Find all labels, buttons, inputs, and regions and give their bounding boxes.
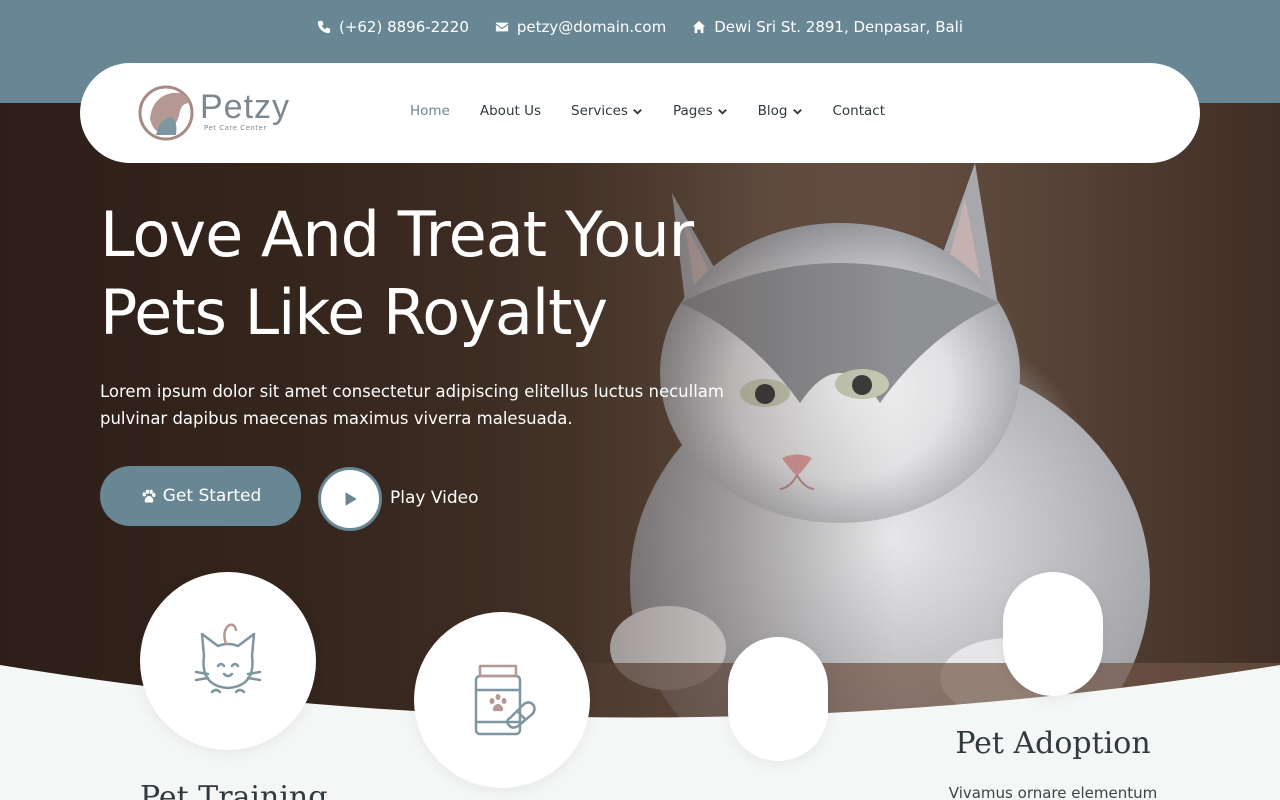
nav-about[interactable]: About Us [480, 103, 541, 119]
nav-home[interactable]: Home [410, 103, 450, 119]
service-adoption-title: Pet Adoption [955, 726, 1151, 761]
nav-services-label: Services [571, 103, 628, 119]
envelope-icon [495, 22, 508, 32]
hero-title-line1: Love And Treat Your [100, 198, 694, 271]
topbar-email[interactable]: petzy@domain.com [495, 18, 666, 36]
brand-name: Petzy [200, 88, 291, 126]
chevron-down-icon [633, 108, 642, 115]
nav-pages[interactable]: Pages [673, 103, 728, 119]
primary-nav: Home About Us Services Pages Blog Contac… [410, 103, 885, 119]
main-navbar: Petzy Pet Care Center Home About Us Serv… [80, 63, 1200, 163]
service-grooming-circle[interactable] [728, 637, 828, 761]
play-video-label[interactable]: Play Video [390, 488, 479, 508]
topbar-phone[interactable]: (+62) 8896-2220 [317, 18, 469, 36]
play-video-button[interactable] [318, 467, 382, 531]
medicine-bottle-icon [474, 664, 536, 736]
service-training-title: Pet Training [140, 780, 328, 800]
hero-title-line2: Pets Like Royalty [100, 276, 608, 349]
topbar-address-text: Dewi Sri St. 2891, Denpasar, Bali [714, 18, 964, 36]
nav-services[interactable]: Services [571, 103, 643, 119]
chevron-down-icon [717, 108, 727, 115]
nav-blog-label: Blog [757, 103, 788, 119]
topbar-email-text: petzy@domain.com [516, 18, 667, 36]
topbar-phone-text: (+62) 8896-2220 [338, 18, 469, 36]
topbar-address: Dewi Sri St. 2891, Denpasar, Bali [692, 18, 963, 36]
home-icon [693, 20, 706, 34]
paw-icon [142, 489, 156, 503]
hero-description: Lorem ipsum dolor sit amet consectetur a… [100, 382, 724, 428]
nav-pages-label: Pages [672, 103, 713, 119]
service-adoption-desc: Vivamus ornare elementum [948, 784, 1158, 800]
hero-title: Love And Treat Your Pets Like Royalty [100, 196, 800, 352]
service-adoption-circle[interactable] [1003, 572, 1103, 696]
play-icon [345, 492, 357, 506]
service-training-circle[interactable] [140, 572, 316, 750]
pet-logo-icon [138, 85, 194, 141]
service-health-circle[interactable] [414, 612, 590, 788]
chevron-down-icon [792, 108, 802, 115]
nav-contact[interactable]: Contact [833, 103, 886, 119]
brand-tagline: Pet Care Center [204, 124, 267, 132]
nav-blog[interactable]: Blog [758, 103, 803, 119]
cat-face-icon [194, 623, 262, 694]
brand-logo[interactable]: Petzy Pet Care Center [138, 79, 290, 143]
get-started-button[interactable]: Get Started [100, 466, 301, 526]
phone-icon [317, 20, 331, 34]
get-started-label: Get Started [162, 486, 262, 506]
